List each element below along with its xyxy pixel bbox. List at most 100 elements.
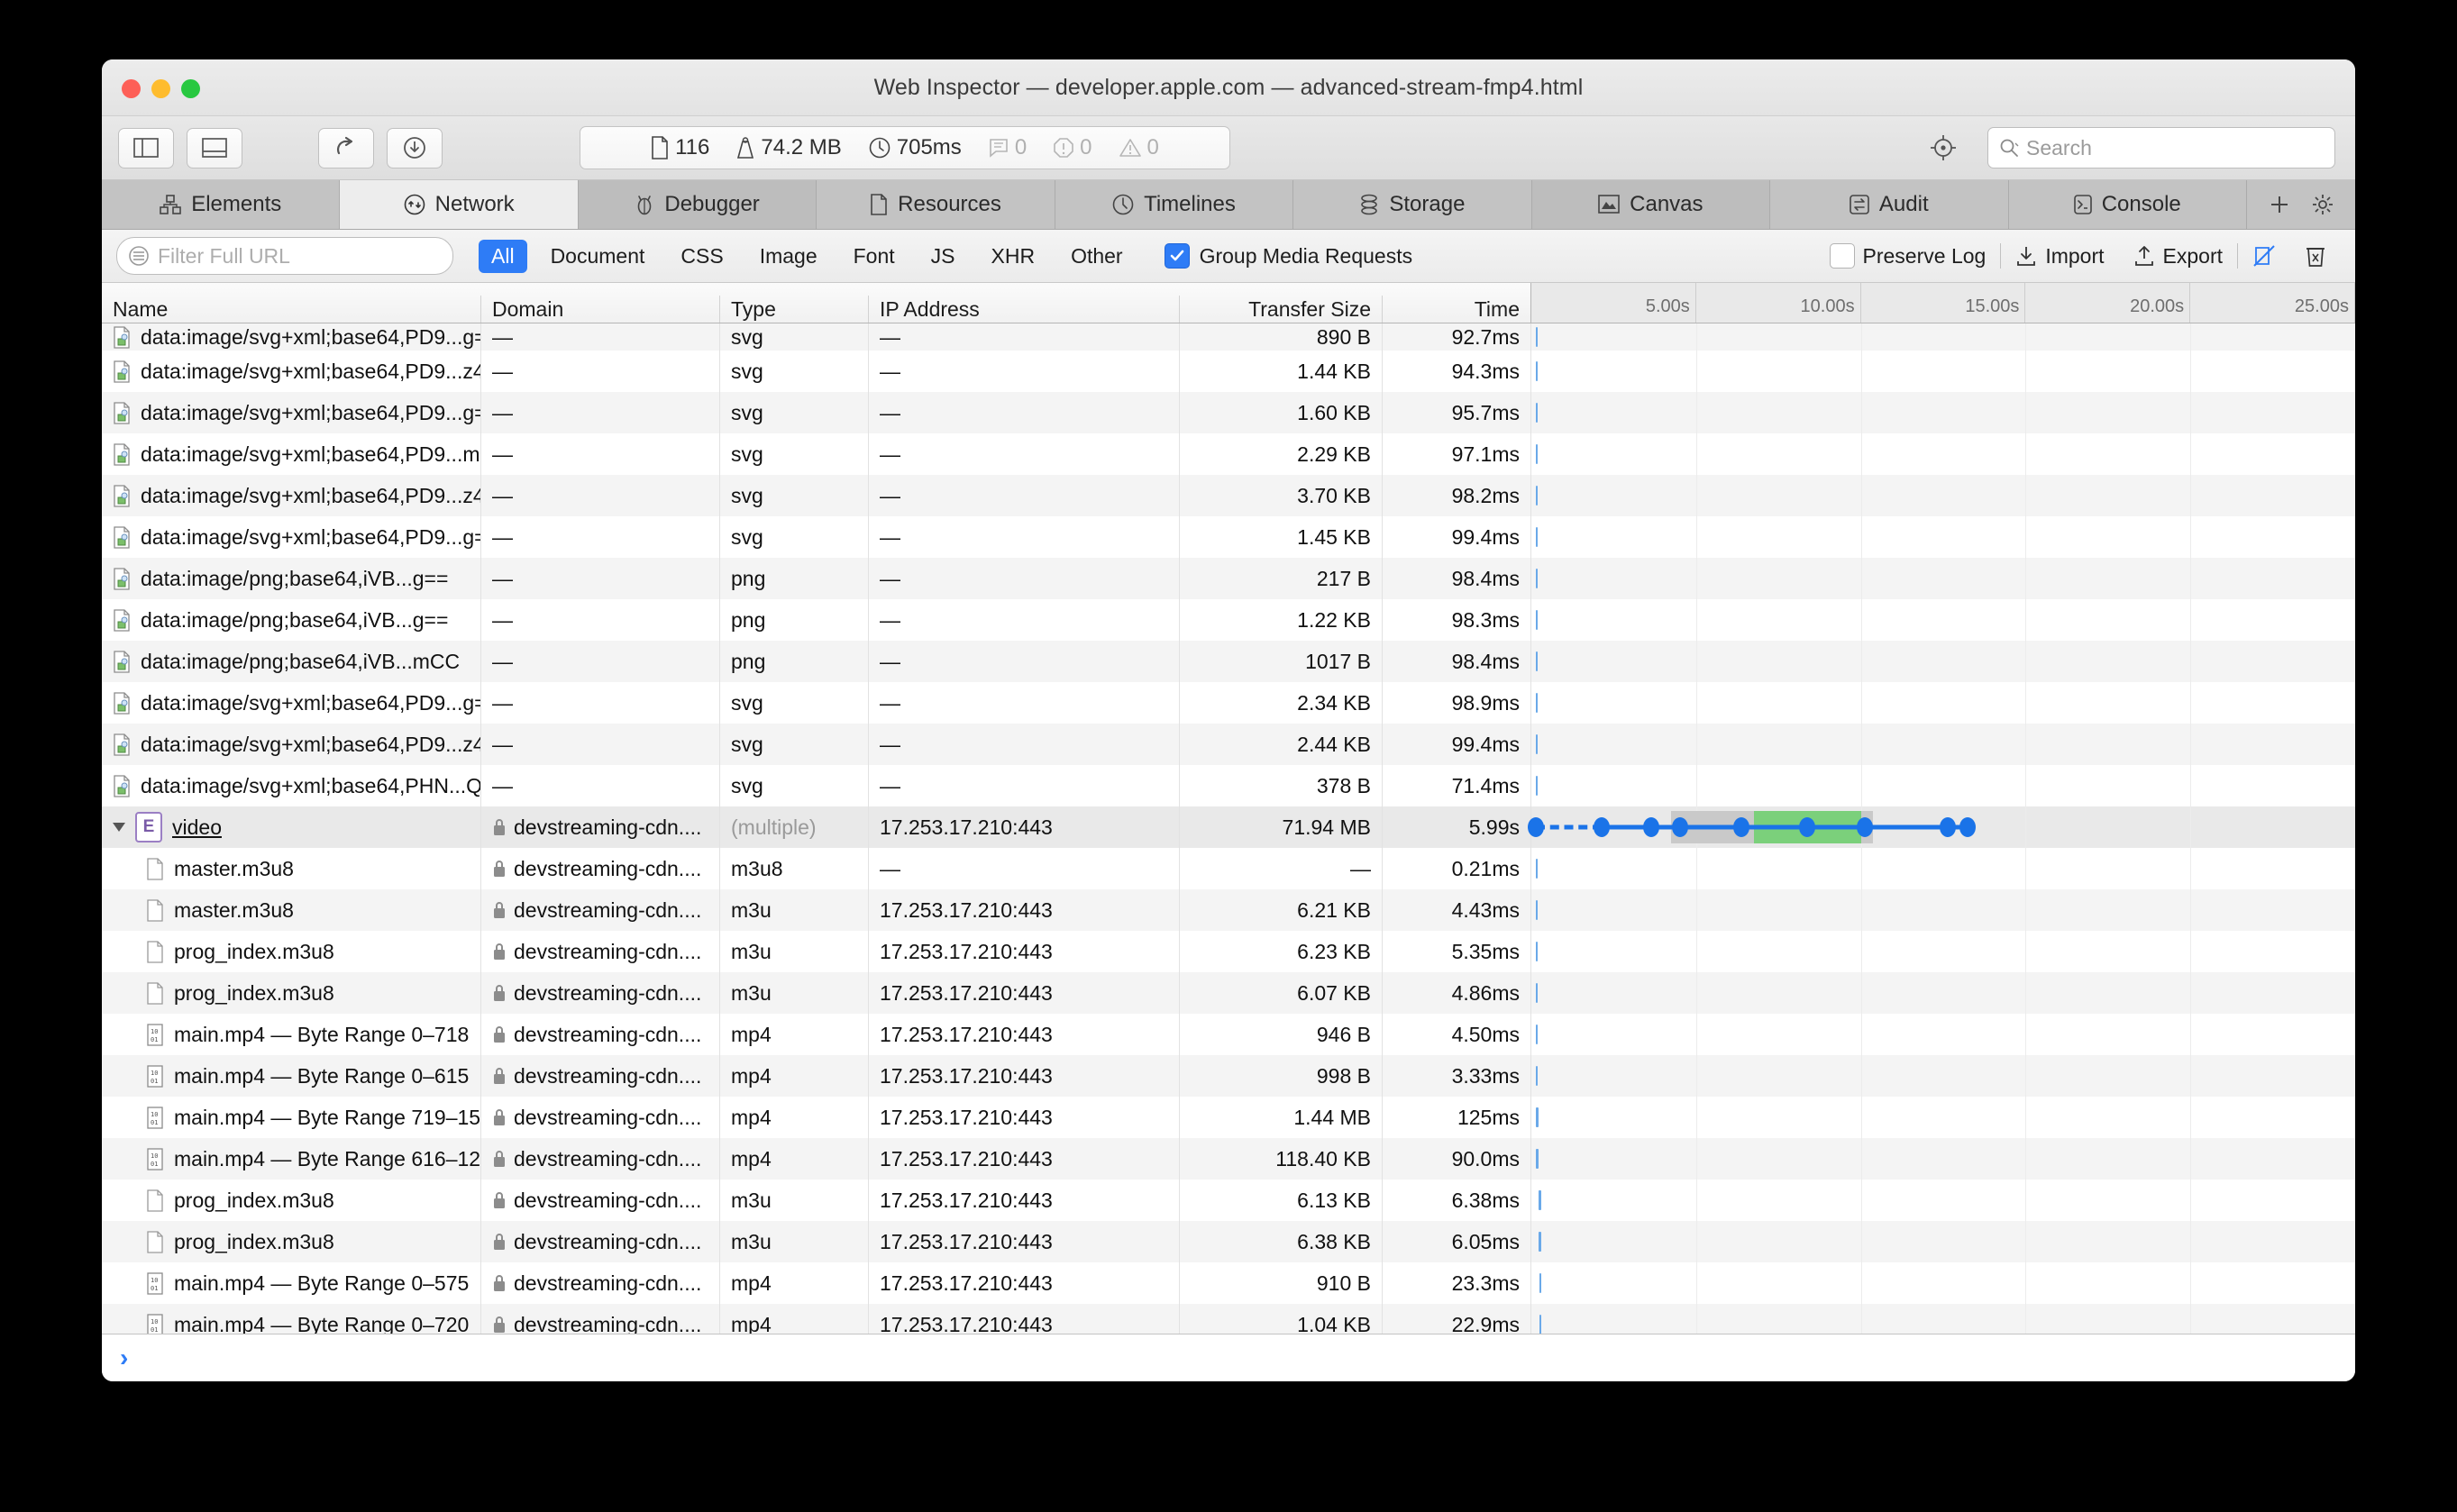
cell-time: 99.4ms xyxy=(1382,724,1530,765)
timeline-event-marker[interactable] xyxy=(1799,817,1816,837)
tab-canvas[interactable]: Canvas xyxy=(1531,180,1771,229)
table-row[interactable]: prog_index.m3u8 devstreaming-cdn.... m3u 17… xyxy=(102,931,2355,972)
canvas-icon xyxy=(1598,195,1620,214)
table-row[interactable]: master.m3u8 devstreaming-cdn.... m3u8— —0.2… xyxy=(102,848,2355,889)
table-row[interactable]: data:image/svg+xml;base64,PHN...Q... — svg… xyxy=(102,765,2355,806)
table-row[interactable]: prog_index.m3u8 devstreaming-cdn.... m3u 17… xyxy=(102,1180,2355,1221)
clear-network-items-button[interactable] xyxy=(2290,244,2341,268)
filter-css[interactable]: CSS xyxy=(668,240,735,273)
table-row[interactable]: data:image/svg+xml;base64,PD9...z4= — svg —… xyxy=(102,351,2355,392)
disable-cache-button[interactable] xyxy=(2238,244,2290,268)
cell-timeline xyxy=(1530,972,2355,1014)
minimize-button[interactable] xyxy=(151,79,170,98)
filter-all[interactable]: All xyxy=(479,239,527,273)
timeline-event-marker[interactable] xyxy=(1642,817,1659,837)
table-row[interactable]: data:image/png;base64,iVB...mCC — png —1017… xyxy=(102,641,2355,682)
timeline-event-marker[interactable] xyxy=(1671,817,1688,837)
filter-other[interactable]: Other xyxy=(1058,240,1136,273)
column-header-domain[interactable]: Domain xyxy=(480,296,719,323)
tab-console[interactable]: Console xyxy=(2008,180,2247,229)
timeline-event-marker[interactable] xyxy=(1857,817,1874,837)
timeline-gridline xyxy=(1696,641,1862,682)
timeline-event-marker[interactable] xyxy=(1593,817,1610,837)
table-row[interactable]: data:image/png;base64,iVB...g== — png —217 … xyxy=(102,558,2355,599)
timeline-gridline xyxy=(1531,516,1697,558)
domain-label: — xyxy=(492,773,513,797)
column-header-type[interactable]: Type xyxy=(719,296,868,323)
column-header-transfer-size[interactable]: Transfer Size xyxy=(1179,296,1382,323)
search-input[interactable]: Search xyxy=(1987,127,2335,169)
reload-button[interactable] xyxy=(318,127,374,169)
preserve-log-checkbox[interactable]: Preserve Log xyxy=(1815,243,2001,269)
timeline-gridline xyxy=(2025,433,2192,475)
plain-file-icon xyxy=(146,898,164,922)
close-button[interactable] xyxy=(122,79,141,98)
filter-document[interactable]: Document xyxy=(538,240,658,273)
tab-network[interactable]: Network xyxy=(340,180,579,229)
table-row[interactable]: master.m3u8 devstreaming-cdn.... m3u 17.253… xyxy=(102,889,2355,931)
cell-type: svg xyxy=(719,682,868,724)
filter-font[interactable]: Font xyxy=(841,240,908,273)
timeline-event-marker[interactable] xyxy=(1959,817,1977,837)
table-row[interactable]: 10 01 main.mp4 — Byte Range 0–615 devstream… xyxy=(102,1055,2355,1097)
chevron-right-icon[interactable]: › xyxy=(120,1343,128,1372)
tab-timelines[interactable]: Timelines xyxy=(1055,180,1294,229)
plus-icon[interactable] xyxy=(2268,193,2291,216)
cell-type: png xyxy=(719,641,868,682)
table-row[interactable]: data:image/svg+xml;base64,PD9...z4= — svg —… xyxy=(102,475,2355,516)
group-media-requests-checkbox[interactable]: Group Media Requests xyxy=(1164,243,1412,269)
table-row[interactable]: 10 01 main.mp4 — Byte Range 0–720 devstream… xyxy=(102,1304,2355,1334)
table-row[interactable]: data:image/svg+xml;base64,PD9...g== — svg —… xyxy=(102,516,2355,558)
column-header-time[interactable]: Time xyxy=(1382,296,1530,323)
download-button[interactable] xyxy=(387,127,443,169)
timeline-gridline xyxy=(2025,889,2192,931)
toggle-sidebar-bottom-button[interactable] xyxy=(187,127,242,169)
table-row[interactable]: 10 01 main.mp4 — Byte Range 0–718 devstream… xyxy=(102,1014,2355,1055)
cell-domain: devstreaming-cdn.... xyxy=(480,806,719,848)
zoom-button[interactable] xyxy=(181,79,200,98)
table-row[interactable]: data:image/svg+xml;base64,PD9...g== — svg —… xyxy=(102,682,2355,724)
tab-storage[interactable]: Storage xyxy=(1293,180,1532,229)
cell-name: data:image/svg+xml;base64,PD9...g== xyxy=(102,392,480,433)
table-row[interactable]: prog_index.m3u8 devstreaming-cdn.... m3u 17… xyxy=(102,972,2355,1014)
gear-icon[interactable] xyxy=(2311,193,2334,216)
tab-debugger[interactable]: Debugger xyxy=(578,180,817,229)
table-row[interactable]: data:image/svg+xml;base64,PD9...m... — svg… xyxy=(102,433,2355,475)
table-row[interactable]: 10 01 main.mp4 — Byte Range 0–575 devstream… xyxy=(102,1262,2355,1304)
message-icon xyxy=(989,138,1009,158)
inspect-target-button[interactable] xyxy=(1919,129,1968,168)
tab-resources[interactable]: Resources xyxy=(817,180,1055,229)
table-row[interactable]: data:image/svg+xml;base64,PD9...z4= — svg —… xyxy=(102,724,2355,765)
table-row[interactable]: 1001 main.mp4 — Byte Range 719–1508... dev… xyxy=(102,1097,2355,1138)
timeline-event-marker[interactable] xyxy=(1939,817,1956,837)
toggle-sidebar-left-button[interactable] xyxy=(118,127,174,169)
url-filter-input[interactable]: Filter Full URL xyxy=(116,237,453,275)
filter-xhr[interactable]: XHR xyxy=(979,240,1048,273)
cell-timeline xyxy=(1530,1304,2355,1334)
table-row-group[interactable]: Evideo devstreaming-cdn.... (multiple) 17.2… xyxy=(102,806,2355,848)
table-row[interactable]: 1001 main.mp4 — Byte Range 616–1217... dev… xyxy=(102,1138,2355,1180)
timeline-bar xyxy=(1535,734,1539,754)
lock-icon xyxy=(492,1067,507,1085)
timeline-event-marker[interactable] xyxy=(1527,817,1544,837)
table-row[interactable]: data:image/svg+xml;base64,PD9...g== — svg —… xyxy=(102,392,2355,433)
column-header-ip[interactable]: IP Address xyxy=(868,296,1179,323)
timeline-gridline xyxy=(1531,765,1697,806)
export-button[interactable]: Export xyxy=(2119,244,2237,269)
table-row[interactable]: data:image/svg+xml;base64,PD9...g== — svg —… xyxy=(102,323,2355,351)
cell-time: 125ms xyxy=(1382,1097,1530,1138)
column-header-name[interactable]: Name xyxy=(102,296,480,323)
filter-image[interactable]: Image xyxy=(747,240,830,273)
domain-label: — xyxy=(492,324,513,349)
timeline-event-marker[interactable] xyxy=(1733,817,1750,837)
lock-icon xyxy=(492,1233,507,1251)
network-table-body[interactable]: data:image/svg+xml;base64,PD9...g== — svg —… xyxy=(102,323,2355,1334)
import-button[interactable]: Import xyxy=(2001,244,2118,269)
filter-js[interactable]: JS xyxy=(918,240,968,273)
table-row[interactable]: data:image/png;base64,iVB...g== — png —1.22… xyxy=(102,599,2355,641)
tab-audit[interactable]: Audit xyxy=(1770,180,2009,229)
cell-domain: devstreaming-cdn.... xyxy=(480,1221,719,1262)
tab-elements[interactable]: Elements xyxy=(102,180,341,229)
table-row[interactable]: prog_index.m3u8 devstreaming-cdn.... m3u 17… xyxy=(102,1221,2355,1262)
disclosure-triangle[interactable] xyxy=(113,823,125,832)
